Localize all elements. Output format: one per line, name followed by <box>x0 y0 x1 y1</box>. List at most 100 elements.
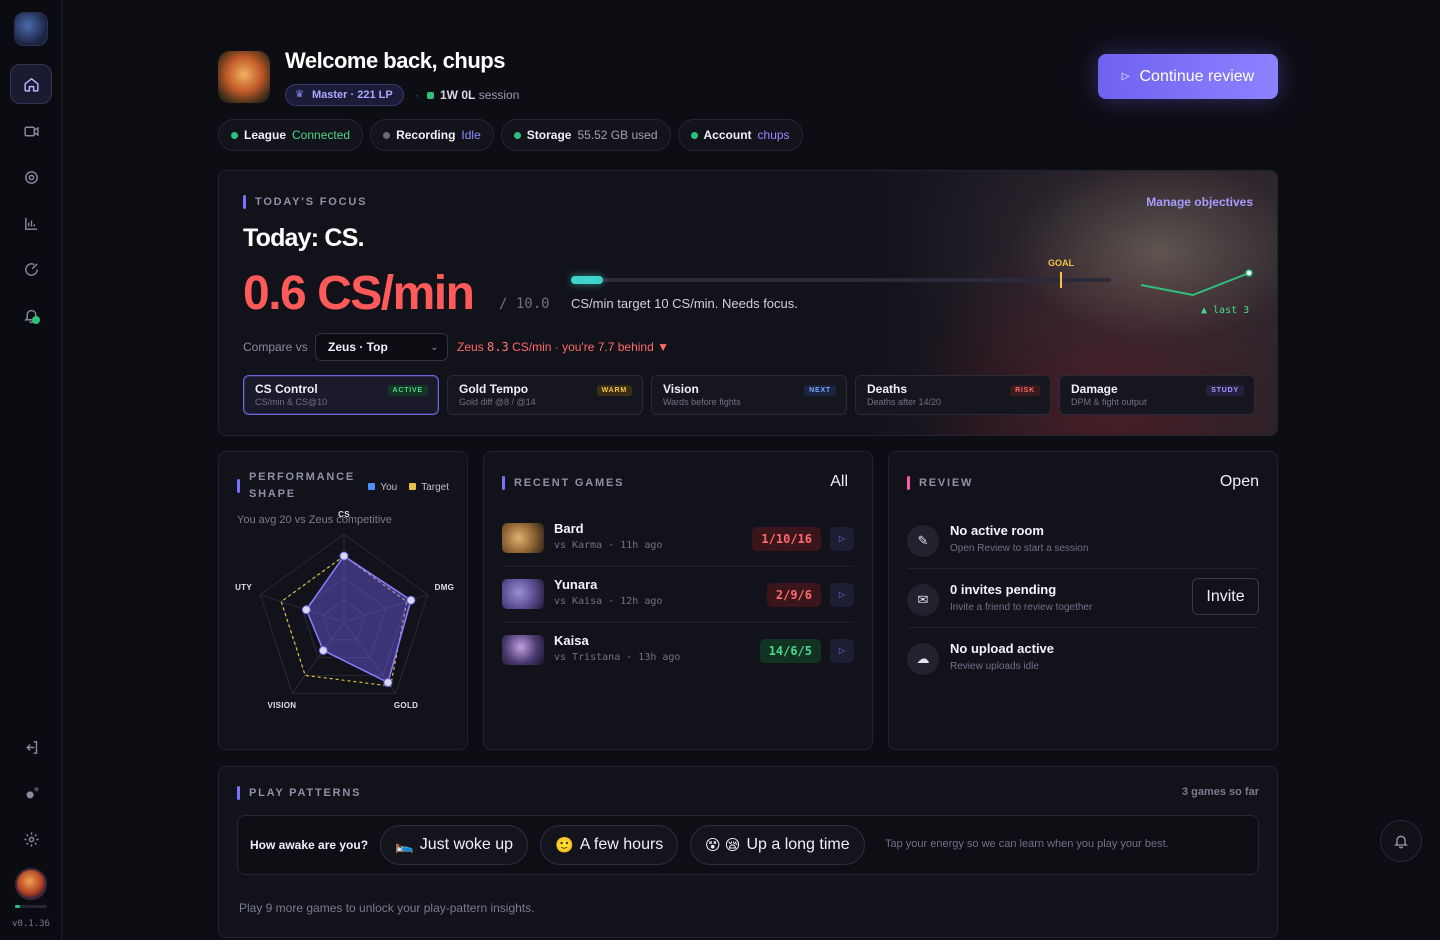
target-icon[interactable] <box>10 157 52 197</box>
game-meta: vs Kaisa · 12h ago <box>554 596 663 607</box>
row-divider <box>502 566 854 567</box>
radar-chart <box>259 533 429 694</box>
awake-hint: Tap your energy so we can learn when you… <box>885 838 1169 850</box>
status-value: chups <box>757 128 790 142</box>
rank-badge: ♛ Master · 221 LP <box>285 84 404 106</box>
game-kda: 1/10/16 <box>752 527 821 551</box>
status-chip-account[interactable]: Account chups <box>677 119 803 151</box>
compare-select[interactable]: Zeus · Top ⌄ <box>315 333 448 361</box>
status-label: Recording <box>396 128 456 142</box>
review-item-subtitle: Invite a friend to review together <box>950 602 1093 613</box>
games-filter-all[interactable]: All <box>830 473 848 491</box>
page-title: Welcome back, chups <box>285 48 505 73</box>
review-item-subtitle: Review uploads idle <box>950 661 1039 672</box>
awake-option-up-a-long-time[interactable]: 😵 😪 Up a long time <box>690 825 865 865</box>
champion-thumbnail <box>502 523 544 553</box>
objective-subtitle: Gold diff @8 / @14 <box>459 397 536 407</box>
goal-marker <box>1060 272 1062 288</box>
objective-gold-tempo[interactable]: Gold Tempo Gold diff @8 / @14 WARM <box>447 375 643 415</box>
play-game-button[interactable]: ▷ <box>830 527 854 551</box>
trend-sparkline <box>1140 269 1253 297</box>
game-row[interactable]: Kaisa vs Tristana · 13h ago 14/6/5 ▷ <box>502 625 854 675</box>
status-dot <box>690 131 698 139</box>
champion-thumbnail <box>502 635 544 665</box>
awake-option-label: Up a long time <box>746 836 850 853</box>
objective-damage[interactable]: Damage DPM & fight output STUDY <box>1059 375 1255 415</box>
invite-button[interactable]: Invite <box>1192 578 1259 615</box>
awake-question: How awake are you? <box>250 838 369 852</box>
game-champion: Bard <box>554 521 584 536</box>
play-patterns-card: PLAY PATTERNS 3 games so far How awake a… <box>218 766 1278 938</box>
chevron-down-icon: ⌄ <box>430 342 438 352</box>
review-open-link[interactable]: Open <box>1220 473 1259 491</box>
game-row[interactable]: Bard vs Karma · 11h ago 1/10/16 ▷ <box>502 513 854 563</box>
play-patterns-section-label: PLAY PATTERNS <box>237 786 361 800</box>
compare-select-value: Zeus · Top <box>328 340 388 354</box>
home-icon[interactable] <box>10 64 52 104</box>
status-value: Idle <box>461 128 481 142</box>
play-game-button[interactable]: ▷ <box>830 639 854 663</box>
game-meta: vs Karma · 11h ago <box>554 540 663 551</box>
emoji-icon: 🙂 <box>555 837 574 854</box>
champion-avatar <box>218 51 270 103</box>
awake-option-a-few-hours[interactable]: 🙂 A few hours <box>540 825 679 865</box>
sidebar: v0.1.36 <box>0 0 62 940</box>
play-game-button[interactable]: ▷ <box>830 583 854 607</box>
objective-tag: NEXT <box>804 385 836 396</box>
play-icon: ▷ <box>1121 71 1130 82</box>
focus-progress-fill <box>571 276 604 284</box>
status-dot <box>383 131 391 139</box>
emoji-icon: 🛌 <box>395 837 414 854</box>
objective-tag: ACTIVE <box>387 385 428 396</box>
objective-tag: RISK <box>1010 385 1040 396</box>
champion-thumbnail <box>502 579 544 609</box>
radar-axis-label: UTY <box>235 583 253 593</box>
review-item-title: 0 invites pending <box>950 582 1057 597</box>
video-icon[interactable] <box>10 111 52 151</box>
continue-review-label: Continue review <box>1139 67 1255 85</box>
objective-list: CS Control CS/min & CS@10 ACTIVE Gold Tempo… <box>243 375 1255 415</box>
awake-option-label: Just woke up <box>419 836 514 853</box>
game-kda: 2/9/6 <box>766 583 821 607</box>
performance-card: PERFORMANCE SHAPE You Target You avg 20 … <box>218 451 468 750</box>
focus-progress-track: GOAL <box>571 258 1111 288</box>
review-item-title: No upload active <box>950 641 1055 656</box>
games-count-note: 3 games so far <box>1181 786 1259 798</box>
chart-icon[interactable] <box>10 203 52 243</box>
awake-option-just-woke-up[interactable]: 🛌 Just woke up <box>380 825 529 865</box>
radar-axis-label: GOLD <box>393 701 419 711</box>
unlock-note: Play 9 more games to unlock your play-pa… <box>239 901 535 915</box>
objective-subtitle: Wards before fights <box>663 397 741 407</box>
pin-icon: ✎ <box>907 525 939 557</box>
review-item-title: No active room <box>950 523 1044 538</box>
objective-deaths[interactable]: Deaths Deaths after 14/20 RISK <box>855 375 1051 415</box>
status-value: Connected <box>292 128 351 142</box>
recent-games-section-label: RECENT GAMES <box>502 476 624 490</box>
status-chip-storage[interactable]: Storage 55.52 GB used <box>500 119 671 151</box>
game-meta: vs Tristana · 13h ago <box>554 652 681 663</box>
objective-cs-control[interactable]: CS Control CS/min & CS@10 ACTIVE <box>243 375 439 415</box>
notifications-bell-button[interactable] <box>1380 820 1422 862</box>
status-toggle-icon[interactable] <box>10 773 52 813</box>
user-avatar[interactable] <box>15 868 47 900</box>
objective-tag: STUDY <box>1206 385 1244 396</box>
objective-vision[interactable]: Vision Wards before fights NEXT <box>651 375 847 415</box>
bell-icon <box>1394 835 1408 849</box>
logout-icon[interactable] <box>10 727 52 767</box>
game-champion: Yunara <box>554 577 598 592</box>
notification-icon[interactable] <box>10 295 52 335</box>
continue-review-button[interactable]: ▷ Continue review <box>1098 54 1278 99</box>
manage-objectives-link[interactable]: Manage objectives <box>1146 195 1253 209</box>
status-chip-league[interactable]: League Connected <box>218 119 364 151</box>
settings-icon[interactable] <box>10 819 52 859</box>
status-label: League <box>244 128 287 142</box>
compare-result: Zeus 8.3 CS/min · you're 7.7 behind ▼ <box>457 340 669 354</box>
game-champion: Kaisa <box>554 633 589 648</box>
status-chip-recording[interactable]: Recording Idle <box>370 119 494 151</box>
app-version: v0.1.36 <box>12 919 50 929</box>
game-row[interactable]: Yunara vs Kaisa · 12h ago 2/9/6 ▷ <box>502 569 854 619</box>
refresh-target-icon[interactable] <box>10 249 52 289</box>
app-logo[interactable] <box>14 12 48 46</box>
radar-you-point <box>301 605 311 615</box>
avatar-status-bar <box>15 905 47 908</box>
